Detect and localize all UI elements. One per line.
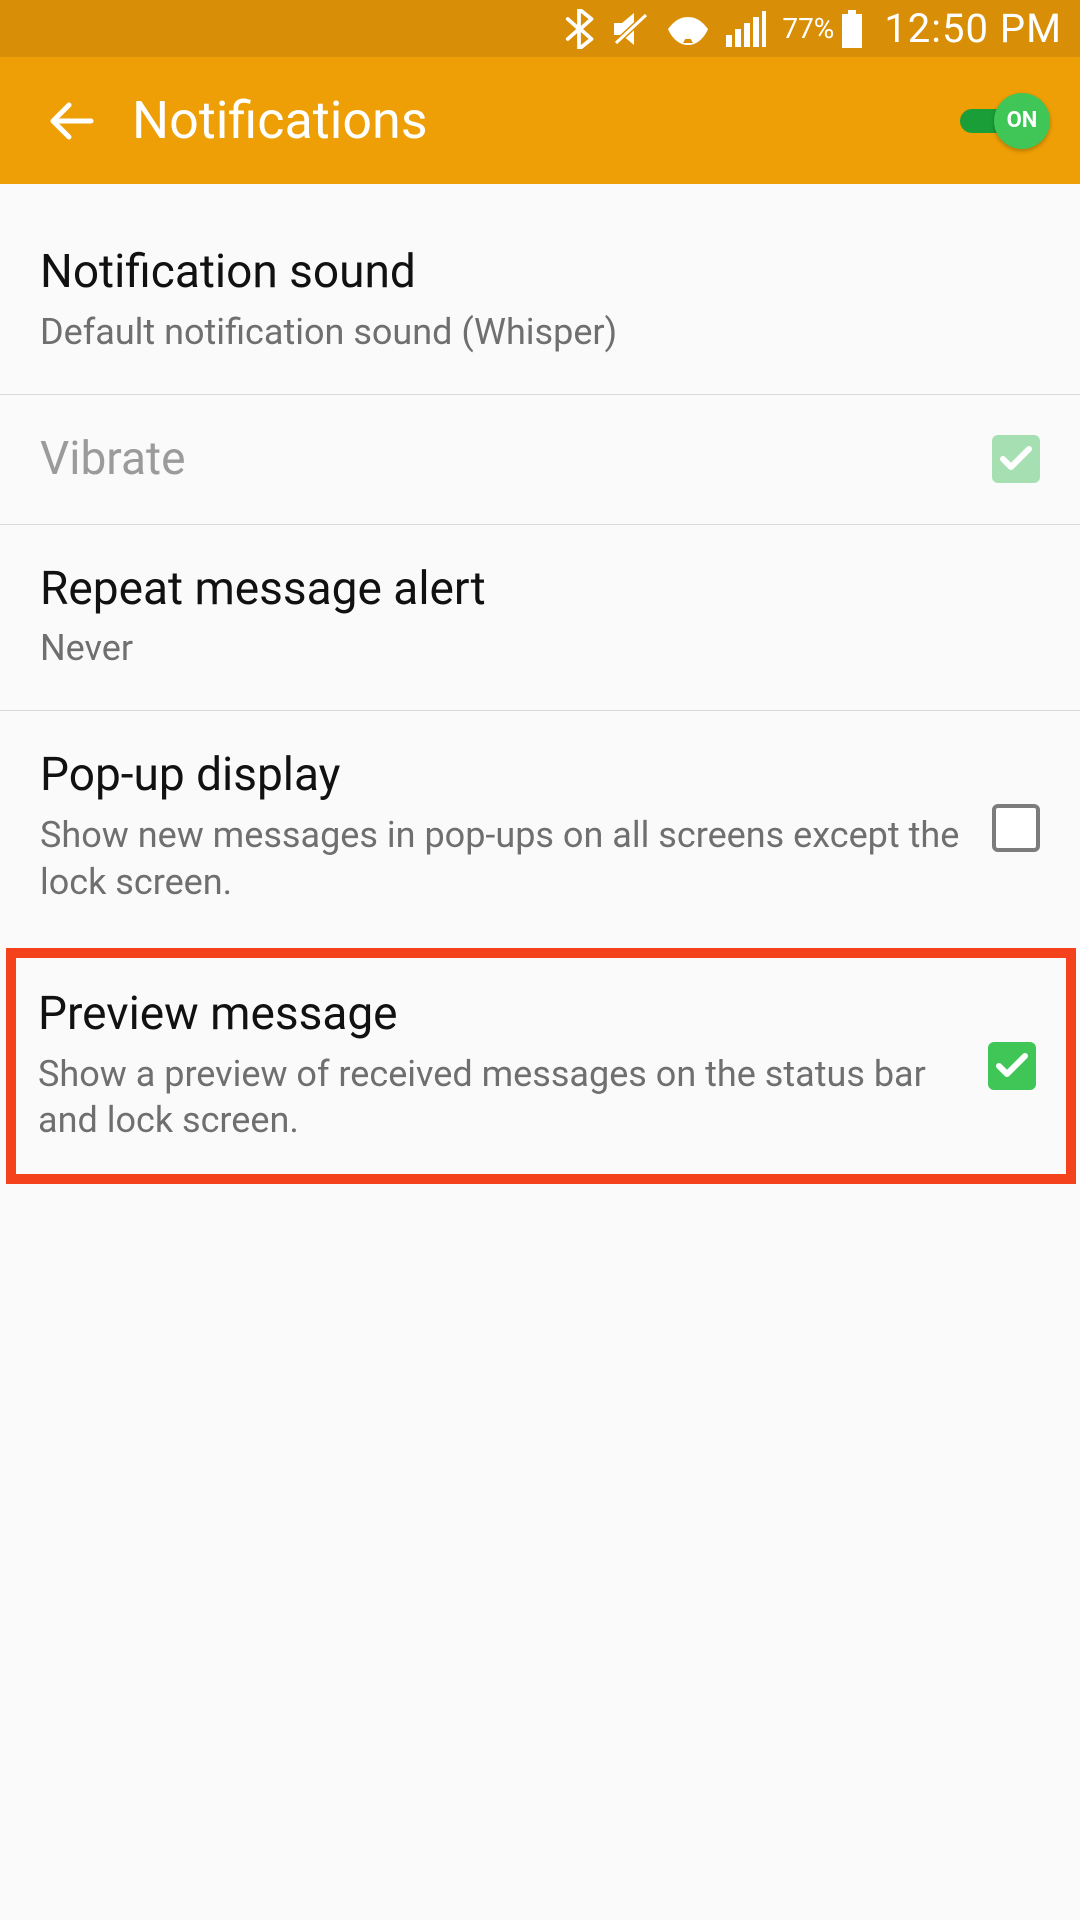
highlight-preview-message: Preview message Show a preview of receiv…: [6, 948, 1076, 1184]
item-subtitle: Show a preview of received messages on t…: [38, 1051, 964, 1145]
mute-icon: [610, 11, 650, 47]
item-title: Repeat message alert: [40, 563, 1016, 616]
item-repeat-alert[interactable]: Repeat message alert Never: [0, 525, 1080, 712]
check-icon: [999, 445, 1033, 473]
battery-indicator: 77%: [782, 10, 864, 48]
vibrate-checkbox[interactable]: [992, 435, 1040, 483]
item-title: Pop-up display: [40, 749, 968, 802]
item-subtitle: Never: [40, 625, 1016, 672]
preview-checkbox[interactable]: [988, 1042, 1036, 1090]
wifi-icon: [666, 11, 710, 47]
item-popup-display[interactable]: Pop-up display Show new messages in pop-…: [0, 711, 1080, 943]
page-title: Notifications: [132, 90, 428, 151]
app-bar: Notifications ON: [0, 57, 1080, 184]
back-arrow-icon: [47, 96, 97, 146]
clock: 12:50 PM: [884, 5, 1062, 52]
item-title: Preview message: [38, 988, 964, 1041]
item-title: Vibrate: [40, 433, 968, 486]
status-icons: 77% 12:50 PM: [564, 5, 1062, 52]
item-vibrate[interactable]: Vibrate: [0, 395, 1080, 525]
master-toggle[interactable]: ON: [960, 93, 1050, 149]
check-icon: [995, 1052, 1029, 1080]
back-button[interactable]: [38, 87, 106, 155]
item-subtitle: Show new messages in pop-ups on all scre…: [40, 812, 968, 906]
signal-icon: [726, 11, 766, 47]
battery-percent: 77%: [782, 12, 834, 45]
status-bar: 77% 12:50 PM: [0, 0, 1080, 57]
popup-checkbox[interactable]: [992, 804, 1040, 852]
item-subtitle: Default notification sound (Whisper): [40, 309, 1016, 356]
item-preview-message[interactable]: Preview message Show a preview of receiv…: [16, 958, 1066, 1174]
item-notification-sound[interactable]: Notification sound Default notification …: [0, 184, 1080, 395]
battery-icon: [840, 10, 864, 48]
settings-list: Notification sound Default notification …: [0, 184, 1080, 1184]
item-title: Notification sound: [40, 246, 1016, 299]
toggle-knob: ON: [994, 93, 1050, 149]
bluetooth-icon: [564, 9, 594, 49]
